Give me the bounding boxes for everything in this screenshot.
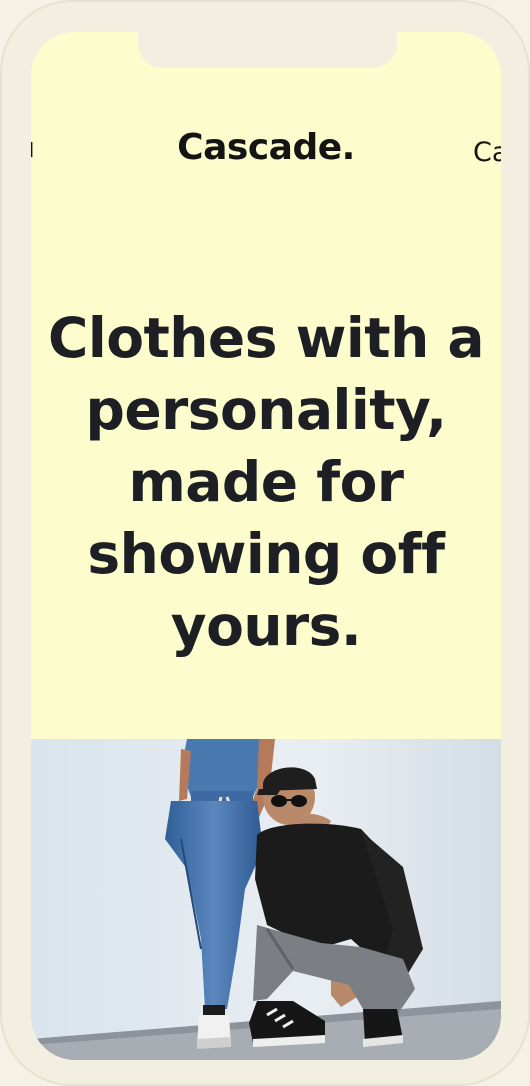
brand-title[interactable]: Cascade. — [31, 127, 501, 168]
hero-line: made for — [128, 450, 404, 514]
hero-headline: Clothes with a personality, made for sho… — [31, 302, 501, 662]
hero-photo — [31, 739, 501, 1060]
phone-notch — [138, 32, 397, 68]
hero-line: showing off — [87, 522, 445, 586]
hero-line: Clothes with a — [47, 306, 485, 370]
phone-frame: ı Cascade. Ca Clothes with a personality… — [0, 0, 530, 1086]
hero-line: personality, — [85, 378, 447, 442]
phone-screen: ı Cascade. Ca Clothes with a personality… — [31, 32, 501, 1060]
next-brand-label[interactable]: Ca — [473, 137, 501, 168]
hero-line: yours. — [170, 594, 362, 658]
brand-carousel[interactable]: ı Cascade. Ca — [31, 127, 501, 187]
